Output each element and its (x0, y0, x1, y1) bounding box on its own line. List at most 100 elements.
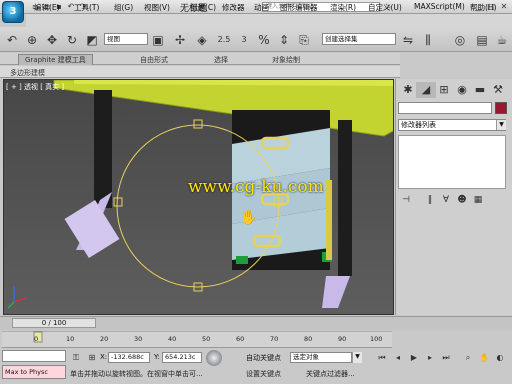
render-icon[interactable]: ☕ (494, 32, 510, 48)
rotate-icon[interactable]: ↻ (64, 32, 80, 48)
hierarchy-icon[interactable]: ⊞ (434, 82, 454, 98)
reference-coord-select[interactable]: 视图 (104, 33, 148, 45)
menu-maxscript[interactable]: MAXScript(M) (414, 2, 465, 11)
tick-label: 80 (304, 335, 313, 343)
menu-bar (26, 14, 512, 27)
grid-icon[interactable] (206, 350, 222, 366)
tab-object-paint[interactable]: 对象绘制 (272, 55, 300, 65)
menu-customize[interactable]: 自定义(U) (368, 2, 402, 13)
maxscript-mini-listener[interactable]: Max to Physc (2, 365, 66, 379)
menu-modifiers[interactable]: 修改器 (222, 2, 245, 13)
auto-key-button[interactable]: 自动关键点 (246, 353, 281, 363)
menu-edit[interactable]: 编辑(E) (34, 2, 60, 13)
next-frame-icon[interactable]: ▸ (424, 352, 436, 364)
edit-named-sets-icon[interactable]: ⎘ (296, 32, 312, 48)
ribbon-panel (0, 66, 400, 78)
close-icon[interactable]: ✕ (498, 1, 510, 12)
time-slider[interactable]: 0 / 100 (12, 318, 96, 328)
status-prompt: 单击并拖动以旋转视图。在视窗中单击可... (70, 370, 203, 378)
menu-tools[interactable]: 工具(T) (74, 2, 99, 13)
zoom-icon[interactable]: ⌕ (462, 352, 474, 364)
show-end-result-icon[interactable]: ‖ (424, 194, 436, 206)
table-leg-right (338, 120, 352, 276)
x-coordinate-field[interactable]: -132.688c (108, 352, 150, 363)
pan-hand-cursor: ✋ (240, 209, 257, 226)
render-setup-icon[interactable]: ▤ (474, 32, 490, 48)
menu-rendering[interactable]: 渲染(R) (330, 2, 356, 13)
go-to-end-icon[interactable]: ⏭ (440, 352, 452, 364)
previous-frame-icon[interactable]: ◂ (392, 352, 404, 364)
selected-object-select[interactable]: 选定对象 (290, 352, 352, 363)
pivot-icon[interactable]: ▣ (150, 32, 166, 48)
named-selection-sets-select[interactable]: 创建选择集 (322, 33, 396, 45)
tick-label: 70 (270, 335, 279, 343)
maxscript-listener[interactable] (2, 350, 66, 362)
motion-icon[interactable]: ◉ (452, 82, 472, 98)
utilities-icon[interactable]: ⚒ (488, 82, 508, 98)
y-coordinate-field[interactable]: 654.213c (162, 352, 202, 363)
tick-label: 50 (202, 335, 211, 343)
make-unique-icon[interactable]: ∀ (440, 194, 452, 206)
material-editor-icon[interactable]: ◎ (452, 32, 468, 48)
tab-freeform[interactable]: 自由形式 (140, 55, 168, 65)
remove-modifier-icon[interactable]: ☻ (456, 194, 468, 206)
angle-snap-toggle[interactable]: 3 (236, 32, 252, 48)
tick-label: 60 (236, 335, 245, 343)
tick-label: 30 (134, 335, 143, 343)
pin-stack-icon[interactable]: ⊣ (400, 194, 412, 206)
tick-label: 90 (338, 335, 347, 343)
go-to-start-icon[interactable]: ⏮ (376, 352, 388, 364)
viewport-label[interactable]: [ + ] 透视 [ 真实 ] (6, 82, 64, 92)
select-move-icon[interactable]: ✢ (172, 32, 188, 48)
menu-help[interactable]: 帮助(H) (470, 2, 497, 13)
perspective-viewport[interactable]: ✋ (3, 79, 394, 315)
table-leg-left (94, 90, 112, 208)
chevron-down-icon[interactable]: ▼ (352, 352, 362, 363)
percent-snap-icon[interactable]: % (256, 32, 272, 48)
selection-lock-icon[interactable]: ⚿ (70, 352, 82, 364)
tab-selection[interactable]: 选择 (214, 55, 228, 65)
tick-label: 100 (370, 335, 383, 343)
y-label: Y: (154, 353, 160, 361)
modifier-list-label: 修改器列表 (401, 121, 436, 129)
menu-graph-editors[interactable]: 图形编辑器 (280, 2, 318, 13)
menu-group[interactable]: 组(G) (114, 2, 133, 13)
snap-toggle[interactable]: 2.5 (216, 32, 232, 48)
orbit-icon[interactable]: ◐ (494, 352, 506, 364)
select-link-icon[interactable]: ⊕ (24, 32, 40, 48)
tick-label: 0 (34, 335, 39, 343)
command-panel (395, 79, 512, 315)
key-filters-button[interactable]: 关键点过滤器... (306, 369, 355, 379)
polygon-modeling-label[interactable]: 多边形建模 (10, 68, 45, 78)
modifier-stack[interactable] (398, 135, 506, 189)
move-icon[interactable]: ✥ (44, 32, 60, 48)
spinner-snap-icon[interactable]: ⇕ (276, 32, 292, 48)
watermark-text: www.cg-ku.com (188, 177, 324, 197)
play-icon[interactable]: ▶ (408, 352, 420, 364)
align-icon[interactable]: ⫼ (420, 32, 436, 48)
app-logo-icon[interactable]: 3 (2, 1, 24, 23)
tab-graphite-modeling[interactable]: Graphite 建模工具 (18, 54, 93, 65)
viewport-scene: ✋ (4, 80, 393, 314)
absolute-mode-icon[interactable]: ⊞ (86, 352, 98, 364)
menu-create[interactable]: 创建(C) (190, 2, 216, 13)
scale-icon[interactable]: ◩ (84, 32, 100, 48)
create-icon[interactable]: ✱ (398, 82, 418, 98)
object-color-swatch[interactable] (495, 102, 507, 114)
tick-label: 10 (66, 335, 75, 343)
set-key-button[interactable]: 设置关键点 (246, 369, 281, 379)
modify-icon[interactable]: ◢ (416, 82, 436, 98)
track-bar[interactable] (2, 330, 392, 348)
menu-animation[interactable]: 动画 (254, 2, 269, 13)
pan-icon[interactable]: ✋ (478, 352, 490, 364)
display-icon[interactable]: ▬ (470, 82, 490, 98)
x-label: X: (100, 353, 108, 361)
chevron-down-icon[interactable]: ▼ (496, 120, 506, 130)
configure-sets-icon[interactable]: ▦ (472, 194, 484, 206)
object-name-field[interactable] (398, 102, 492, 114)
modifier-list-select[interactable]: 修改器列表 (398, 119, 506, 131)
menu-views[interactable]: 视图(V) (144, 2, 170, 13)
mirror-icon[interactable]: ⇋ (400, 32, 416, 48)
manipulate-icon[interactable]: ◈ (194, 32, 210, 48)
undo-toolbar-icon[interactable]: ↶ (4, 32, 20, 48)
